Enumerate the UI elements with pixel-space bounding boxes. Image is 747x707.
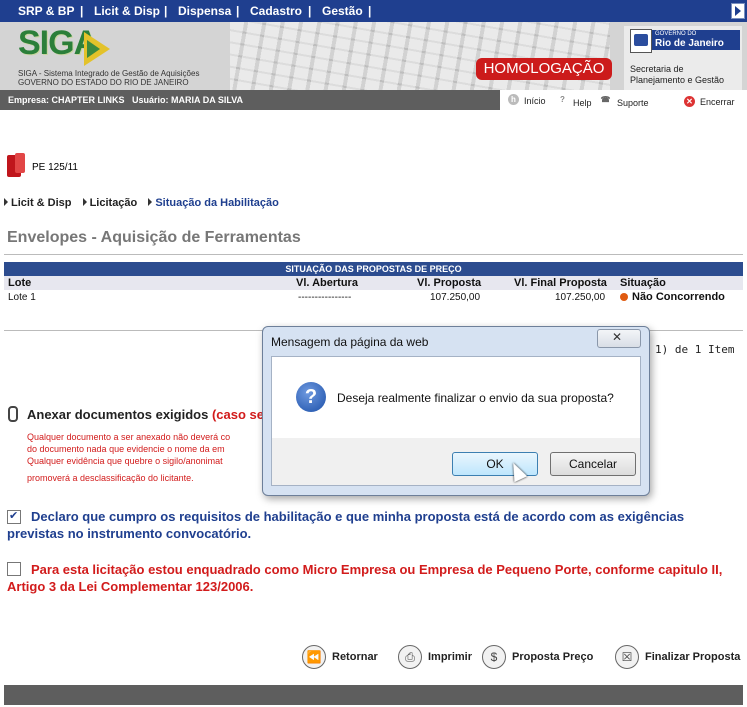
menu-srp-bp[interactable]: SRP & BP xyxy=(18,4,74,18)
environment-badge: HOMOLOGAÇÃO xyxy=(476,58,612,80)
confirm-dialog: Mensagem da página da web ? Deseja realm… xyxy=(262,326,650,496)
pager-summary: 1) de 1 Item xyxy=(655,343,735,356)
help-icon[interactable]: ? xyxy=(557,94,568,105)
proposta-preco-label: Proposta Preço xyxy=(512,651,594,663)
col-proposta: Vl. Proposta xyxy=(417,277,482,289)
menu-separator: | xyxy=(80,4,84,18)
anexar-title-note: (caso se xyxy=(211,407,264,422)
menu-separator: | xyxy=(236,4,240,18)
title-divider xyxy=(4,254,743,255)
secretaria-label: Secretaria de xyxy=(630,64,684,74)
cancel-button[interactable]: Cancelar xyxy=(550,452,636,476)
suporte-link[interactable]: Suporte xyxy=(617,98,649,108)
imprimir-label: Imprimir xyxy=(428,651,473,663)
checkbox-x-icon: ☒ xyxy=(615,645,639,669)
dialog-title: Mensagem da página da web xyxy=(271,335,429,349)
menu-separator: | xyxy=(368,4,372,18)
microempresa-declaration: Para esta licitação estou enquadrado com… xyxy=(7,562,723,594)
table-title: SITUAÇÃO DAS PROPOSTAS DE PREÇO xyxy=(4,262,743,276)
cell-lote: Lote 1 xyxy=(8,292,36,303)
encerrar-link[interactable]: Encerrar xyxy=(700,97,735,107)
paperclip-icon xyxy=(8,406,18,422)
anexar-title-text[interactable]: Anexar documentos exigidos xyxy=(27,407,208,422)
breadcrumb: Licit & Disp Licitação Situação da Habil… xyxy=(4,197,279,209)
user-bar: Empresa: CHAPTER LINKS Usuário: MARIA DA… xyxy=(0,90,747,110)
gov-state-label: Rio de Janeiro xyxy=(655,38,724,49)
cell-situacao: Não Concorrendo xyxy=(620,291,725,303)
company-user-info: Empresa: CHAPTER LINKS Usuário: MARIA DA… xyxy=(8,95,244,105)
page-title: Envelopes - Aquisição de Ferramentas xyxy=(7,229,301,246)
breadcrumb-arrow-icon xyxy=(4,198,8,206)
inicio-link[interactable]: Início xyxy=(524,96,546,106)
cell-final: 107.250,00 xyxy=(555,292,606,303)
menu-licit-disp[interactable]: Licit & Disp xyxy=(94,4,160,18)
menu-gestao[interactable]: Gestão xyxy=(322,4,363,18)
anexar-instruction: promoverá a desclassificação do licitant… xyxy=(27,473,194,483)
menu-cadastro[interactable]: Cadastro xyxy=(250,4,302,18)
phone-icon[interactable]: ☎ xyxy=(600,94,611,105)
menu-separator: | xyxy=(164,4,168,18)
question-icon: ? xyxy=(296,382,326,412)
col-final: Vl. Final Proposta xyxy=(514,277,607,289)
retornar-label: Retornar xyxy=(332,651,378,663)
habilitacao-declaration: Declaro que cumpro os requisitos de habi… xyxy=(7,509,685,541)
finalizar-label: Finalizar Proposta xyxy=(645,651,741,663)
help-link[interactable]: Help xyxy=(573,98,592,108)
rewind-icon: ⏪ xyxy=(302,645,326,669)
status-dot-icon xyxy=(620,293,628,301)
secretaria-label-2: Planejamento e Gestão xyxy=(630,75,725,85)
col-situacao: Situação xyxy=(620,277,666,289)
breadcrumb-licit-disp[interactable]: Licit & Disp xyxy=(11,197,72,209)
user-links: h Início ? Help ☎ Suporte ✕ Encerrar xyxy=(500,90,747,110)
table-header-row: Lote Vl. Abertura Vl. Proposta Vl. Final… xyxy=(4,276,743,290)
process-code: PE 125/11 xyxy=(32,162,78,173)
anexar-instruction: do documento nada que evidencie o nome d… xyxy=(27,444,225,454)
book-icon xyxy=(7,153,25,177)
breadcrumb-arrow-icon xyxy=(82,198,87,206)
col-abertura: Vl. Abertura xyxy=(296,277,358,289)
anexar-instruction: Qualquer evidência que quebre o sigilo/a… xyxy=(27,456,223,466)
dialog-close-button[interactable] xyxy=(597,329,641,348)
siga-logo-arrow-inner xyxy=(87,40,100,58)
breadcrumb-current: Situação da Habilitação xyxy=(155,197,279,209)
dialog-footer: OK Cancelar xyxy=(271,438,641,486)
dialog-message: Deseja realmente finalizar o envio da su… xyxy=(337,391,614,405)
cell-abertura: ---------------- xyxy=(298,292,352,303)
col-lote: Lote xyxy=(8,277,32,289)
government-name: GOVERNO DO ESTADO DO RIO DE JANEIRO xyxy=(18,78,189,87)
menu-scroll-right-icon[interactable] xyxy=(731,3,745,19)
top-menu: SRP & BP | Licit & Disp | Dispensa | Cad… xyxy=(0,0,747,22)
government-logo: GOVERNO DO Rio de Janeiro Secretaria de … xyxy=(624,26,742,90)
cell-proposta: 107.250,00 xyxy=(430,292,481,303)
menu-separator: | xyxy=(308,4,312,18)
coat-of-arms-icon xyxy=(630,29,652,53)
breadcrumb-licitacao[interactable]: Licitação xyxy=(90,197,138,209)
anexar-instruction: Qualquer documento a ser anexado não dev… xyxy=(27,432,231,442)
system-name: SIGA - Sistema Integrado de Gestão de Aq… xyxy=(18,69,200,78)
printer-icon: ⎙ xyxy=(398,645,422,669)
dialog-body: ? Deseja realmente finalizar o envio da … xyxy=(271,356,641,440)
header-banner: SIGA SIGA - Sistema Integrado de Gestão … xyxy=(0,22,747,90)
footer-bar xyxy=(4,685,743,705)
breadcrumb-arrow-icon xyxy=(148,198,153,206)
menu-dispensa[interactable]: Dispensa xyxy=(178,4,231,18)
government-name-box: GOVERNO DO Rio de Janeiro xyxy=(652,30,740,50)
close-icon[interactable]: ✕ xyxy=(684,96,695,107)
home-icon[interactable]: h xyxy=(508,94,519,105)
gov-small-label: GOVERNO DO xyxy=(655,31,697,37)
table-row: Lote 1 ---------------- 107.250,00 107.2… xyxy=(4,291,743,307)
dollar-icon: $ xyxy=(482,645,506,669)
anexar-title[interactable]: Anexar documentos exigidos (caso se xyxy=(27,407,264,422)
status-text: Não Concorrendo xyxy=(632,291,725,303)
